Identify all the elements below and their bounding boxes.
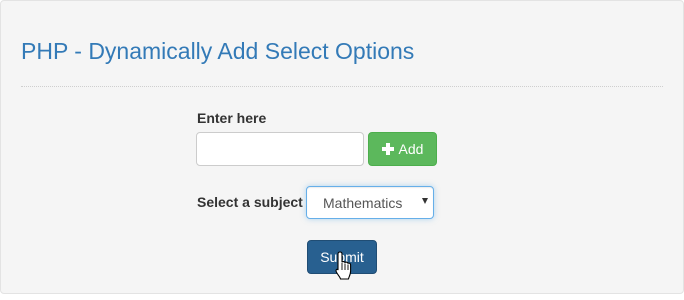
- option-text-input[interactable]: [196, 132, 364, 166]
- hand-cursor-icon: [335, 251, 352, 280]
- subject-select[interactable]: Mathematics: [306, 186, 434, 219]
- select-subject-label: Select a subject: [197, 194, 303, 210]
- add-button[interactable]: Add: [368, 132, 437, 166]
- add-button-label: Add: [398, 141, 424, 157]
- subject-select-value: Mathematics: [323, 194, 403, 211]
- page-title: PHP - Dynamically Add Select Options: [21, 38, 415, 64]
- plus-icon: [381, 143, 394, 155]
- divider: [21, 86, 663, 87]
- chevron-down-icon: [422, 198, 428, 204]
- content-panel: PHP - Dynamically Add Select Options Ent…: [0, 0, 684, 294]
- enter-here-label: Enter here: [197, 110, 267, 126]
